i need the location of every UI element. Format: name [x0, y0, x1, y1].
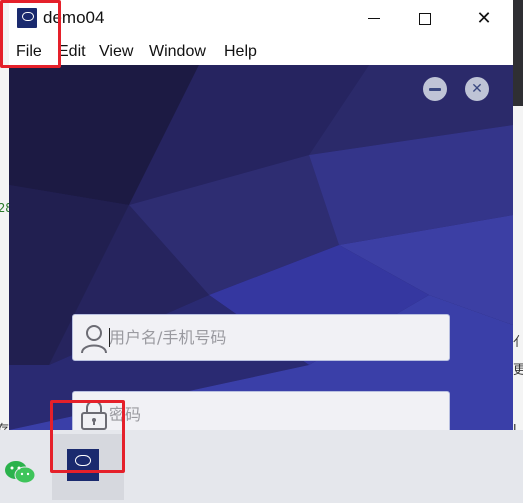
password-input[interactable] — [109, 392, 439, 430]
wechat-icon[interactable] — [4, 460, 36, 484]
menu-help[interactable]: Help — [224, 43, 257, 61]
background-text-1: 亻 — [513, 335, 523, 350]
annotation-highlight-taskbar — [50, 400, 125, 473]
maximize-button[interactable] — [402, 0, 448, 37]
polygon-background — [9, 65, 513, 430]
minimize-button[interactable] — [351, 0, 397, 37]
menu-bar: File Edit View Window Help — [9, 37, 513, 65]
login-minimize-button[interactable] — [423, 77, 447, 101]
menu-edit[interactable]: Edit — [58, 43, 86, 61]
user-icon — [81, 325, 107, 354]
text-caret — [109, 328, 110, 347]
login-close-button[interactable]: ✕ — [465, 77, 489, 101]
menu-view[interactable]: View — [99, 43, 133, 61]
background-text-2: 更 — [513, 363, 523, 378]
app-window: demo04 ✕ File Edit View Window Help ✕ 用户… — [9, 0, 513, 430]
username-field[interactable] — [72, 314, 450, 361]
password-field[interactable] — [72, 391, 450, 430]
title-bar[interactable]: demo04 ✕ — [9, 0, 513, 37]
minimize-icon — [368, 18, 380, 19]
maximize-icon — [419, 12, 431, 25]
minus-circle-icon — [429, 87, 441, 91]
username-input[interactable] — [109, 315, 439, 360]
background-dark-panel — [513, 0, 523, 106]
annotation-highlight-titlebar — [0, 0, 61, 68]
background-right-strip: 亻 更 Ⅰ — [513, 0, 523, 436]
close-icon: ✕ — [476, 7, 492, 29]
close-button[interactable]: ✕ — [461, 0, 507, 37]
close-circle-icon: ✕ — [471, 81, 483, 97]
login-panel: ✕ — [9, 65, 513, 430]
menu-window[interactable]: Window — [149, 43, 206, 61]
